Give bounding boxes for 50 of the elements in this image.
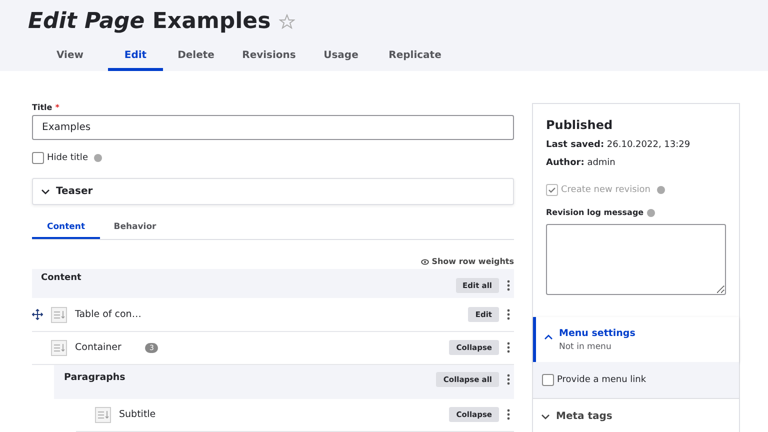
last-saved-text: Last saved: 26.10.2022, 13:29 bbox=[546, 140, 692, 150]
author-text: Author: admin bbox=[546, 158, 616, 168]
checkbox-label: Hide title bbox=[47, 153, 88, 164]
move-handle-icon[interactable] bbox=[32, 309, 43, 320]
field-label: Title * bbox=[32, 103, 60, 112]
paragraph-type-icon bbox=[51, 306, 67, 323]
star-icon[interactable] bbox=[278, 14, 295, 28]
page-tab[interactable]: Edit bbox=[108, 46, 163, 71]
field-label: Revision log message bbox=[546, 208, 644, 217]
help-icon[interactable] bbox=[656, 186, 664, 194]
revision-log-field[interactable] bbox=[546, 224, 726, 295]
content-tab[interactable]: Behavior bbox=[100, 222, 170, 240]
required-marker: * bbox=[55, 103, 60, 112]
page-tab[interactable]: Delete bbox=[163, 46, 229, 71]
chevron-icon bbox=[544, 334, 553, 340]
paragraph-label: Table of con… bbox=[75, 309, 142, 320]
page-tab[interactable]: Revisions bbox=[229, 46, 309, 71]
help-icon[interactable] bbox=[646, 208, 655, 216]
menu-settings-summary: Not in menu bbox=[559, 342, 612, 352]
checkmark-icon bbox=[548, 187, 556, 193]
more-options-icon[interactable] bbox=[507, 409, 510, 420]
more-options-icon[interactable] bbox=[507, 280, 510, 292]
menu-settings-title: Menu settings bbox=[559, 328, 636, 339]
teaser-disclosure[interactable]: Teaser bbox=[32, 178, 514, 206]
checkbox[interactable] bbox=[542, 374, 554, 386]
paragraph-type-icon bbox=[95, 406, 111, 423]
section-title: Paragraphs bbox=[64, 372, 126, 383]
paragraph-label: Subtitle bbox=[119, 409, 156, 420]
page-tab[interactable]: Usage bbox=[309, 46, 373, 71]
section-title: Content bbox=[41, 273, 82, 286]
page-tab[interactable]: Replicate bbox=[373, 46, 457, 71]
title-input[interactable]: Examples bbox=[32, 115, 514, 140]
more-options-icon[interactable] bbox=[507, 309, 510, 320]
help-icon[interactable] bbox=[94, 154, 102, 162]
checkbox-label: Provide a menu link bbox=[557, 375, 646, 385]
checkbox-label: Create new revision bbox=[561, 185, 650, 195]
checkbox[interactable] bbox=[32, 152, 44, 164]
content-tab[interactable]: Content bbox=[32, 222, 100, 240]
paragraph-type-icon bbox=[51, 340, 67, 356]
meta-tags-header[interactable]: Meta tags bbox=[533, 399, 739, 432]
show-row-weights-link[interactable]: Show row weights bbox=[420, 257, 514, 266]
paragraph-label: Container bbox=[75, 342, 122, 354]
page-tab[interactable]: View bbox=[32, 46, 108, 71]
chevron-icon bbox=[41, 188, 50, 195]
more-options-icon[interactable] bbox=[507, 342, 510, 354]
chevron-icon bbox=[541, 414, 550, 420]
page-title: Edit Page Examples bbox=[28, 8, 271, 34]
eye-icon bbox=[420, 258, 429, 265]
more-options-icon[interactable] bbox=[507, 374, 510, 385]
status-title: Published bbox=[546, 118, 614, 132]
